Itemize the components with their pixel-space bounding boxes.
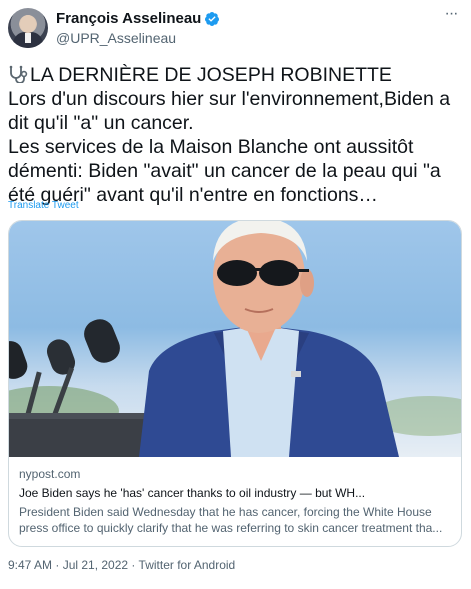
tweet-timestamp[interactable]: 9:47 AM · Jul 21, 2022 · Twitter for And… [8,558,235,572]
card-description: President Biden said Wednesday that he h… [19,505,443,535]
tweet-header: François Asselineau @UPR_Asselineau ··· [8,6,463,50]
link-preview-card[interactable]: nypost.com Joe Biden says he 'has' cance… [8,220,462,547]
card-domain: nypost.com [19,467,81,481]
card-meta: nypost.com Joe Biden says he 'has' cance… [19,467,451,536]
author-names: François Asselineau @UPR_Asselineau [56,10,220,46]
avatar[interactable] [8,8,48,48]
stethoscope-icon [8,65,30,84]
more-options-icon[interactable]: ··· [441,6,461,28]
verified-badge-icon [204,11,220,27]
author-display-name-row[interactable]: François Asselineau [56,10,220,27]
tweet-body: LA DERNIÈRE DE JOSEPH ROBINETTE Lors d'u… [8,63,463,207]
author-display-name[interactable]: François Asselineau [56,10,201,27]
card-image[interactable] [9,221,461,457]
translate-tweet-link[interactable]: Translate Tweet [8,200,79,211]
tweet-text: LA DERNIÈRE DE JOSEPH ROBINETTE Lors d'u… [8,64,451,206]
author-handle[interactable]: @UPR_Asselineau [56,30,220,46]
card-title[interactable]: Joe Biden says he 'has' cancer thanks to… [19,486,451,500]
